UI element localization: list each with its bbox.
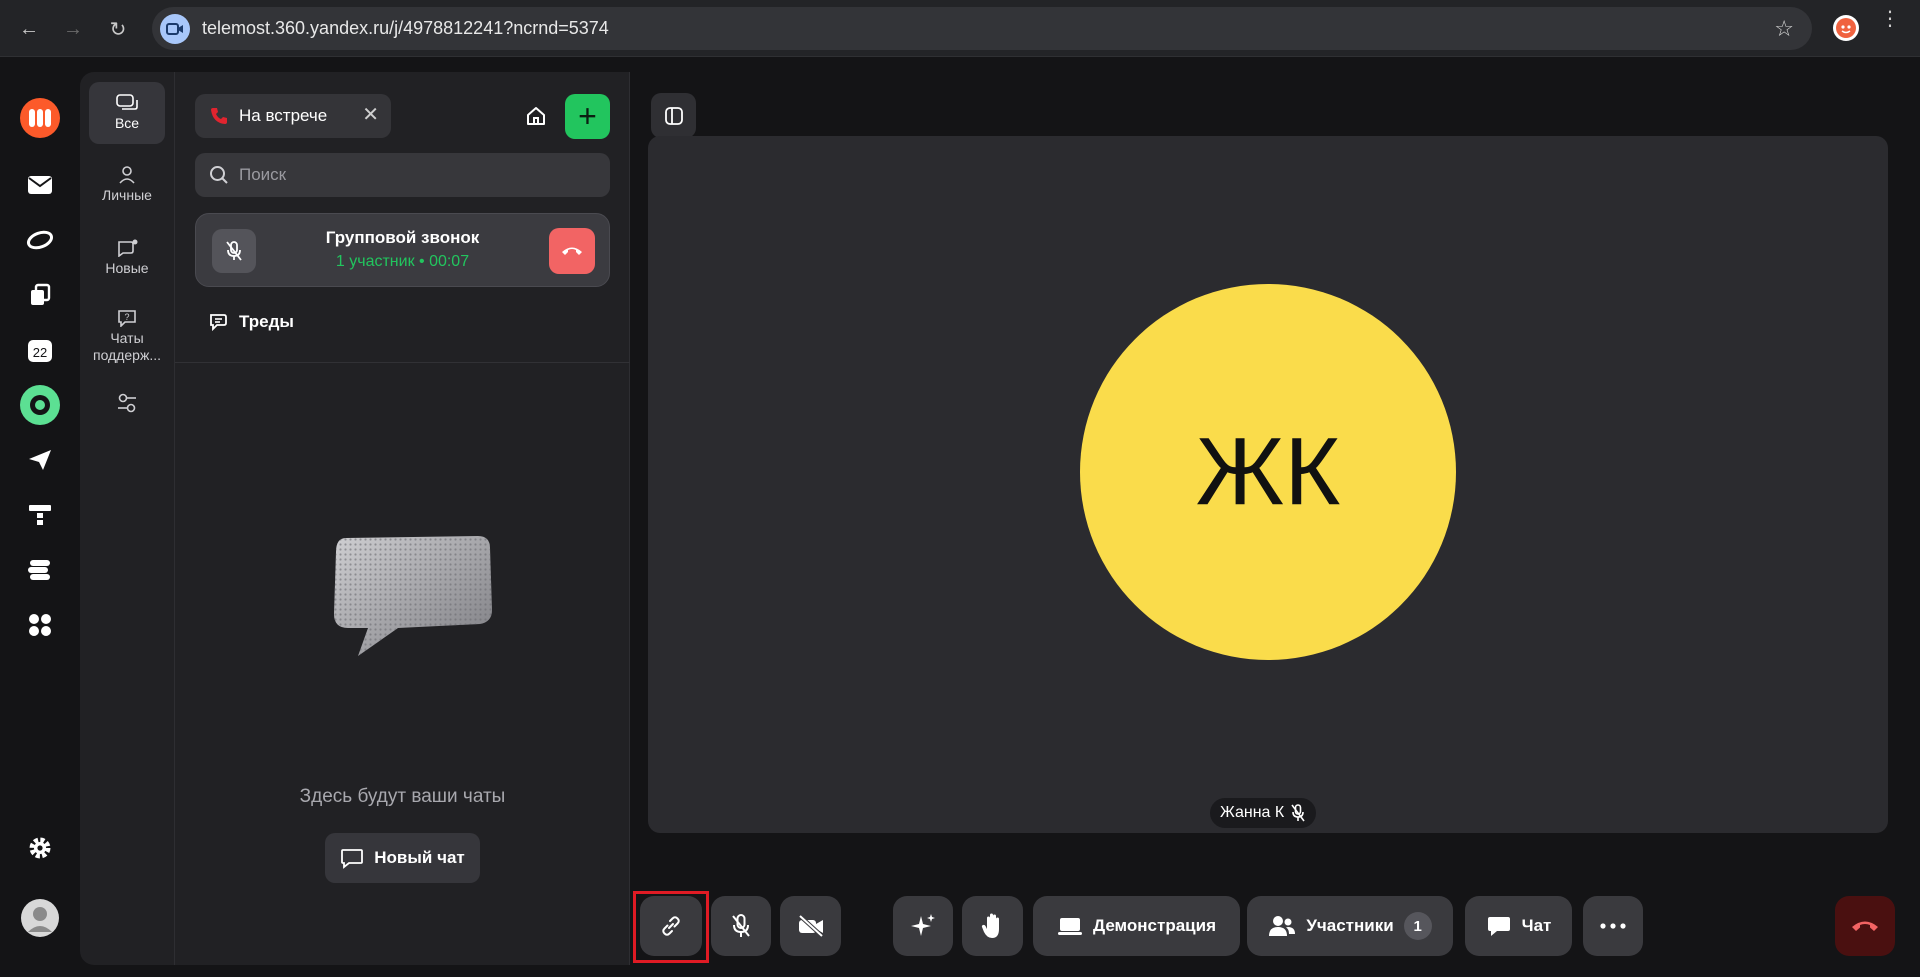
site-info-icon[interactable] bbox=[160, 13, 190, 44]
filter-sliders-icon bbox=[118, 393, 136, 412]
hand-icon bbox=[981, 913, 999, 938]
mic-off-icon bbox=[1291, 804, 1305, 822]
browser-profile-avatar[interactable] bbox=[1833, 15, 1859, 41]
end-call-button[interactable] bbox=[549, 228, 595, 274]
leave-call-button[interactable] bbox=[1835, 896, 1895, 956]
sidebar-toggle-button[interactable] bbox=[651, 93, 696, 138]
sparkle-icon bbox=[911, 914, 935, 936]
notes-icon[interactable] bbox=[20, 550, 60, 590]
disk-icon[interactable] bbox=[20, 220, 60, 260]
browser-menu-icon[interactable]: ⋮ bbox=[1880, 9, 1900, 29]
screen-share-button[interactable]: Демонстрация bbox=[1033, 896, 1240, 956]
forward-icon[interactable]: → bbox=[58, 14, 88, 44]
camera-toggle-button[interactable] bbox=[780, 896, 841, 956]
close-icon[interactable]: ✕ bbox=[362, 105, 379, 125]
documents-icon[interactable] bbox=[20, 275, 60, 315]
svg-text:?: ? bbox=[124, 312, 129, 322]
yandex360-logo-icon[interactable] bbox=[20, 98, 60, 138]
new-chat-badge-icon bbox=[118, 239, 138, 257]
active-call-card[interactable]: Групповой звонок 1 участник • 00:07 bbox=[195, 213, 610, 287]
svg-text:22: 22 bbox=[33, 345, 47, 360]
mail-icon[interactable] bbox=[20, 165, 60, 205]
ai-effects-button[interactable] bbox=[893, 896, 953, 956]
new-chat-button[interactable]: Новый чат bbox=[325, 833, 480, 883]
filter-personal-label: Личные bbox=[102, 187, 152, 203]
filter-all-label: Все bbox=[114, 115, 140, 131]
more-horizontal-icon bbox=[1600, 923, 1626, 929]
phone-icon bbox=[211, 108, 227, 124]
hangup-icon bbox=[1852, 921, 1878, 931]
empty-chats-text: Здесь будут ваши чаты bbox=[299, 786, 506, 807]
participant-name-tag: Жанна К bbox=[1210, 798, 1317, 828]
microphone-toggle-button[interactable] bbox=[711, 896, 771, 956]
filter-personal[interactable]: Личные bbox=[89, 154, 165, 216]
search-input[interactable] bbox=[239, 165, 599, 185]
participants-button[interactable]: Участники 1 bbox=[1247, 896, 1453, 956]
filter-support-label: Чаты поддерж... bbox=[92, 329, 161, 363]
tracker-icon[interactable] bbox=[20, 495, 60, 535]
search-icon bbox=[210, 166, 228, 184]
participants-count-badge: 1 bbox=[1403, 912, 1432, 940]
browser-toolbar: ← → ↻ telemost.360.yandex.ru/j/497881224… bbox=[0, 0, 1920, 57]
filter-settings[interactable] bbox=[89, 384, 165, 424]
call-status: 1 участник • 00:07 bbox=[335, 253, 470, 270]
screen-share-label: Демонстрация bbox=[1093, 916, 1216, 935]
support-question-icon: ? bbox=[118, 309, 136, 327]
participant-avatar: ЖК bbox=[1080, 284, 1456, 660]
messenger-icon[interactable] bbox=[20, 440, 60, 480]
chat-list-panel: На встрече ✕ + Групповой звонок 1 участн… bbox=[175, 72, 630, 965]
chat-filters: Все Личные Новые ? Чаты поддерж... bbox=[80, 72, 175, 965]
in-meeting-label: На встрече bbox=[239, 106, 328, 125]
camera-off-icon bbox=[798, 914, 823, 938]
screen-share-icon bbox=[1058, 918, 1082, 935]
back-icon[interactable]: ← bbox=[14, 14, 44, 44]
chat-button[interactable]: Чат bbox=[1465, 896, 1572, 956]
bookmark-star-icon[interactable]: ☆ bbox=[1774, 16, 1794, 42]
participant-name: Жанна К bbox=[1220, 804, 1285, 821]
filter-support[interactable]: ? Чаты поддерж... bbox=[89, 298, 165, 374]
participants-label: Участники bbox=[1306, 916, 1394, 935]
reload-icon[interactable]: ↻ bbox=[103, 14, 133, 44]
create-chat-button[interactable]: + bbox=[565, 94, 610, 139]
home-button[interactable] bbox=[520, 100, 552, 132]
address-bar[interactable]: telemost.360.yandex.ru/j/4978812241?ncrn… bbox=[152, 7, 1812, 50]
chat-label: Чат bbox=[1521, 916, 1552, 935]
panel-divider bbox=[175, 362, 630, 363]
user-avatar[interactable] bbox=[20, 898, 60, 938]
telemost-icon[interactable] bbox=[20, 385, 60, 425]
search-field[interactable] bbox=[195, 153, 610, 197]
selection-highlight bbox=[633, 891, 709, 963]
all-services-icon[interactable] bbox=[20, 605, 60, 645]
in-meeting-chip[interactable]: На встрече ✕ bbox=[195, 94, 391, 138]
more-options-button[interactable] bbox=[1583, 896, 1643, 956]
new-chat-label: Новый чат bbox=[374, 848, 465, 867]
settings-gear-icon[interactable] bbox=[20, 828, 60, 868]
filter-new-label: Новые bbox=[105, 260, 149, 276]
threads-icon bbox=[210, 314, 227, 332]
url-text[interactable]: telemost.360.yandex.ru/j/4978812241?ncrn… bbox=[202, 18, 609, 39]
people-icon bbox=[1269, 916, 1296, 936]
chats-icon bbox=[116, 94, 138, 110]
participant-video-tile[interactable]: ЖК Жанна К bbox=[648, 136, 1888, 833]
filter-new[interactable]: Новые bbox=[89, 227, 165, 289]
home-icon bbox=[527, 107, 545, 125]
empty-chat-illustration bbox=[328, 532, 498, 667]
app-rail: 22 bbox=[0, 58, 80, 977]
threads-label: Треды bbox=[239, 312, 294, 331]
raise-hand-button[interactable] bbox=[962, 896, 1023, 956]
chat-bubble-icon bbox=[341, 849, 364, 869]
threads-link[interactable]: Треды bbox=[209, 312, 294, 332]
sidebar-toggle-icon bbox=[664, 106, 683, 125]
calendar-icon[interactable]: 22 bbox=[20, 330, 60, 370]
mic-off-icon bbox=[732, 914, 750, 937]
filter-all[interactable]: Все bbox=[89, 82, 165, 144]
call-title: Групповой звонок bbox=[325, 228, 480, 247]
chat-icon bbox=[1487, 917, 1510, 936]
person-icon bbox=[119, 166, 135, 184]
hangup-icon bbox=[562, 247, 582, 255]
